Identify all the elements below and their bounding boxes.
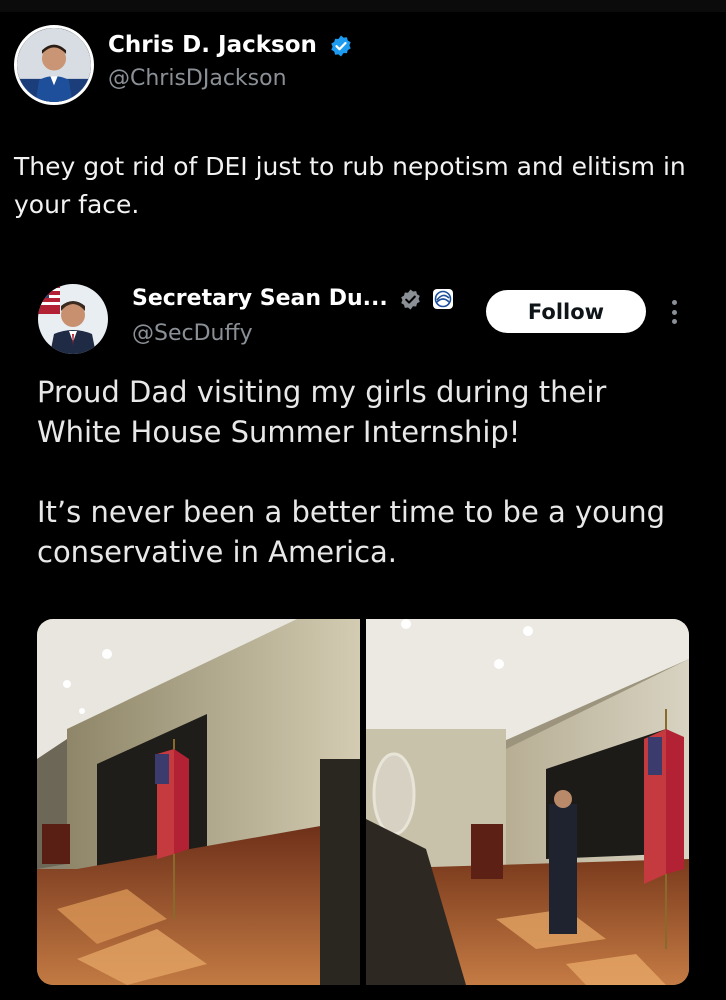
quoted-author-avatar[interactable]	[38, 284, 108, 354]
top-strip	[0, 0, 726, 12]
more-options-icon[interactable]	[664, 294, 684, 330]
media-photo-right[interactable]	[366, 619, 689, 985]
more-dot	[671, 309, 677, 315]
tweet-text: They got rid of DEI just to rub nepotism…	[14, 152, 686, 219]
author-avatar[interactable]	[14, 25, 94, 105]
quoted-paragraph-1: Proud Dad visiting my girls during their…	[37, 375, 607, 449]
follow-button[interactable]: Follow	[486, 290, 646, 333]
more-dot	[671, 319, 677, 324]
quoted-author-handle[interactable]: @SecDuffy	[132, 321, 253, 346]
quoted-paragraph-2: It’s never been a better time to be a yo…	[37, 495, 666, 569]
quoted-author-name[interactable]: Secretary Sean Du...	[132, 286, 454, 311]
more-dot	[671, 300, 677, 305]
verified-badge-icon	[329, 34, 353, 58]
dot-affiliate-icon	[432, 288, 454, 310]
author-handle[interactable]: @ChrisDJackson	[108, 66, 287, 91]
media-photo-left[interactable]	[37, 619, 360, 985]
author-name-text: Chris D. Jackson	[108, 32, 317, 58]
verified-badge-icon	[399, 288, 422, 311]
author-name[interactable]: Chris D. Jackson	[108, 32, 353, 58]
quoted-tweet-text: Proud Dad visiting my girls during their…	[37, 372, 687, 612]
quoted-author-name-text: Secretary Sean Du...	[132, 286, 388, 311]
